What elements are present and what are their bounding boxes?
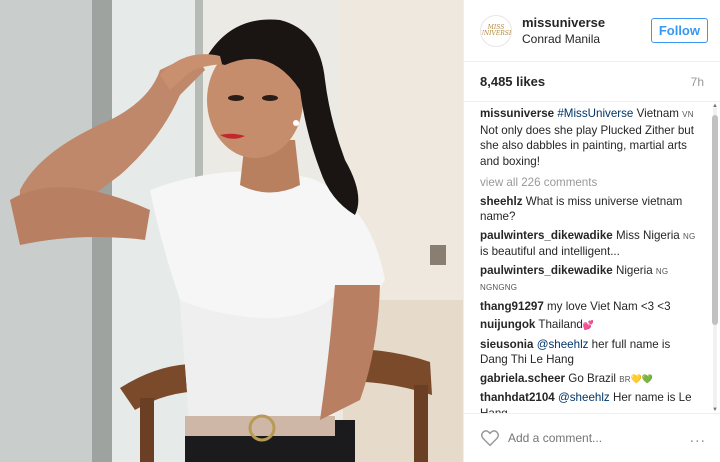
post-header: MISS UNIVERSE missuniverse Conrad Manila… (464, 0, 720, 62)
comment-text: Miss Nigeria (612, 228, 683, 242)
post-photo[interactable] (0, 0, 463, 462)
comment-text: Nigeria (612, 263, 656, 277)
comment-item: paulwinters_dikewadike Miss Nigeria NG i… (480, 228, 700, 260)
follow-button[interactable]: Follow (650, 18, 708, 43)
comment-item: sheehlz What is miss universe vietnam na… (480, 194, 700, 225)
photo-illustration (0, 0, 463, 462)
add-comment-input[interactable] (508, 431, 690, 445)
account-info: missuniverse Conrad Manila (522, 15, 651, 46)
comment-item: thanhdat2104 @sheehlz Her name is Le Han… (480, 390, 700, 413)
comment-emoji: 💕 (582, 320, 595, 330)
comment-country-code: NG (682, 231, 696, 241)
comment-item: paulwinters_dikewadike Nigeria NG NGNGNG (480, 263, 700, 296)
comment-item: nuijungok Thailand💕 (480, 317, 700, 334)
caption-hashtag[interactable]: #MissUniverse (557, 107, 633, 120)
comment-mention[interactable]: @sheehlz (537, 338, 589, 351)
account-avatar[interactable]: MISS UNIVERSE (480, 14, 512, 47)
view-all-comments-link[interactable]: view all 226 comments (480, 175, 700, 191)
caption-text-1: Vietnam (633, 107, 683, 120)
more-options-icon[interactable]: ... (690, 429, 706, 447)
avatar-logo-text: MISS UNIVERSE (480, 23, 512, 37)
comment-username[interactable]: paulwinters_dikewadike (480, 264, 613, 277)
comment-username[interactable]: sheehlz (480, 195, 523, 208)
caption-text-2: Not only does she play Plucked Zither bu… (480, 123, 694, 168)
comments-scrollbar[interactable]: ▲ ▼ (712, 103, 718, 413)
comment-text: Go Brazil (565, 371, 620, 385)
comment-username[interactable]: thanhdat2104 (480, 391, 555, 404)
scrollbar-thumb[interactable] (712, 115, 718, 325)
account-username[interactable]: missuniverse (522, 15, 651, 30)
comment-emoji: 💛💚 (630, 373, 654, 384)
comment-text: Thailand (535, 318, 583, 331)
instagram-post-modal: MISS UNIVERSE missuniverse Conrad Manila… (0, 0, 720, 462)
likes-count[interactable]: 8,485 likes (480, 74, 545, 89)
post-side-panel: MISS UNIVERSE missuniverse Conrad Manila… (463, 0, 720, 462)
comments-list[interactable]: missuniverse #MissUniverse Vietnam VN No… (464, 103, 710, 413)
comment-bar: ... (464, 413, 720, 462)
comment-mention[interactable]: @sheehlz (558, 391, 610, 404)
comment-text-tail: is beautiful and intelligent... (480, 245, 620, 258)
comment-username[interactable]: thang91297 (480, 300, 544, 313)
post-caption: missuniverse #MissUniverse Vietnam VN No… (480, 106, 700, 169)
comment-country-code: BR (619, 374, 631, 384)
comment-username[interactable]: sieusonia (480, 338, 533, 351)
comment-text: my love Viet Nam <3 <3 (543, 299, 671, 313)
caption-country-code: VN (682, 110, 694, 119)
comment-item: gabriela.scheer Go Brazil BR💛💚 (480, 371, 700, 388)
post-time[interactable]: 7h (691, 75, 704, 89)
heart-icon[interactable] (480, 429, 500, 447)
comment-item: sieusonia @sheehlz her full name is Dang… (480, 337, 700, 368)
comment-username[interactable]: paulwinters_dikewadike (480, 229, 613, 242)
comment-username[interactable]: nuijungok (480, 318, 535, 331)
comment-item: thang91297 my love Viet Nam <3 <3 (480, 299, 700, 315)
post-meta: 8,485 likes 7h (464, 62, 720, 102)
post-location[interactable]: Conrad Manila (522, 32, 651, 46)
comment-username[interactable]: gabriela.scheer (480, 372, 565, 385)
caption-username[interactable]: missuniverse (480, 107, 554, 120)
